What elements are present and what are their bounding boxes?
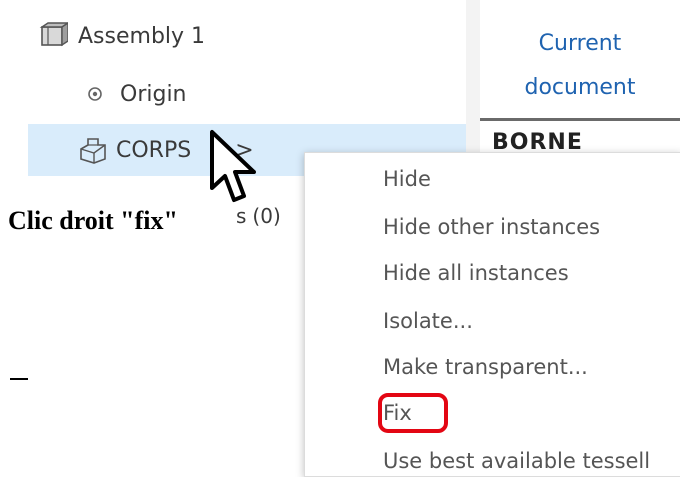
- tab-current-document[interactable]: Current document: [480, 22, 680, 118]
- tab-label-line2: document: [524, 75, 636, 100]
- mouse-cursor-icon: [206, 128, 260, 208]
- annotation-dash: [10, 378, 28, 380]
- origin-label: Origin: [120, 81, 187, 107]
- assembly-label: Assembly 1: [78, 23, 206, 49]
- fix-highlight-annotation: [378, 393, 448, 433]
- tab-label-line1: Current: [538, 31, 622, 56]
- context-menu: Hide Hide other instances Hide all insta…: [304, 152, 680, 477]
- part-instance-icon: [78, 135, 108, 165]
- assembly-icon: [38, 21, 71, 51]
- origin-icon: [84, 83, 106, 105]
- menu-item-use-best-tessellation[interactable]: Use best available tessell: [383, 449, 650, 473]
- menu-item-hide-all-instances[interactable]: Hide all instances: [383, 261, 569, 285]
- menu-item-make-transparent[interactable]: Make transparent...: [383, 355, 588, 379]
- tree-item-origin[interactable]: Origin: [30, 70, 470, 118]
- tree-item-assembly[interactable]: Assembly 1: [30, 12, 470, 60]
- annotation-text: Clic droit "fix": [8, 206, 178, 235]
- menu-item-isolate[interactable]: Isolate...: [383, 309, 473, 333]
- corps-label: CORPS: [116, 137, 192, 163]
- menu-item-hide[interactable]: Hide: [383, 167, 431, 191]
- tab-underline: [480, 118, 680, 121]
- menu-item-hide-other-instances[interactable]: Hide other instances: [383, 215, 600, 239]
